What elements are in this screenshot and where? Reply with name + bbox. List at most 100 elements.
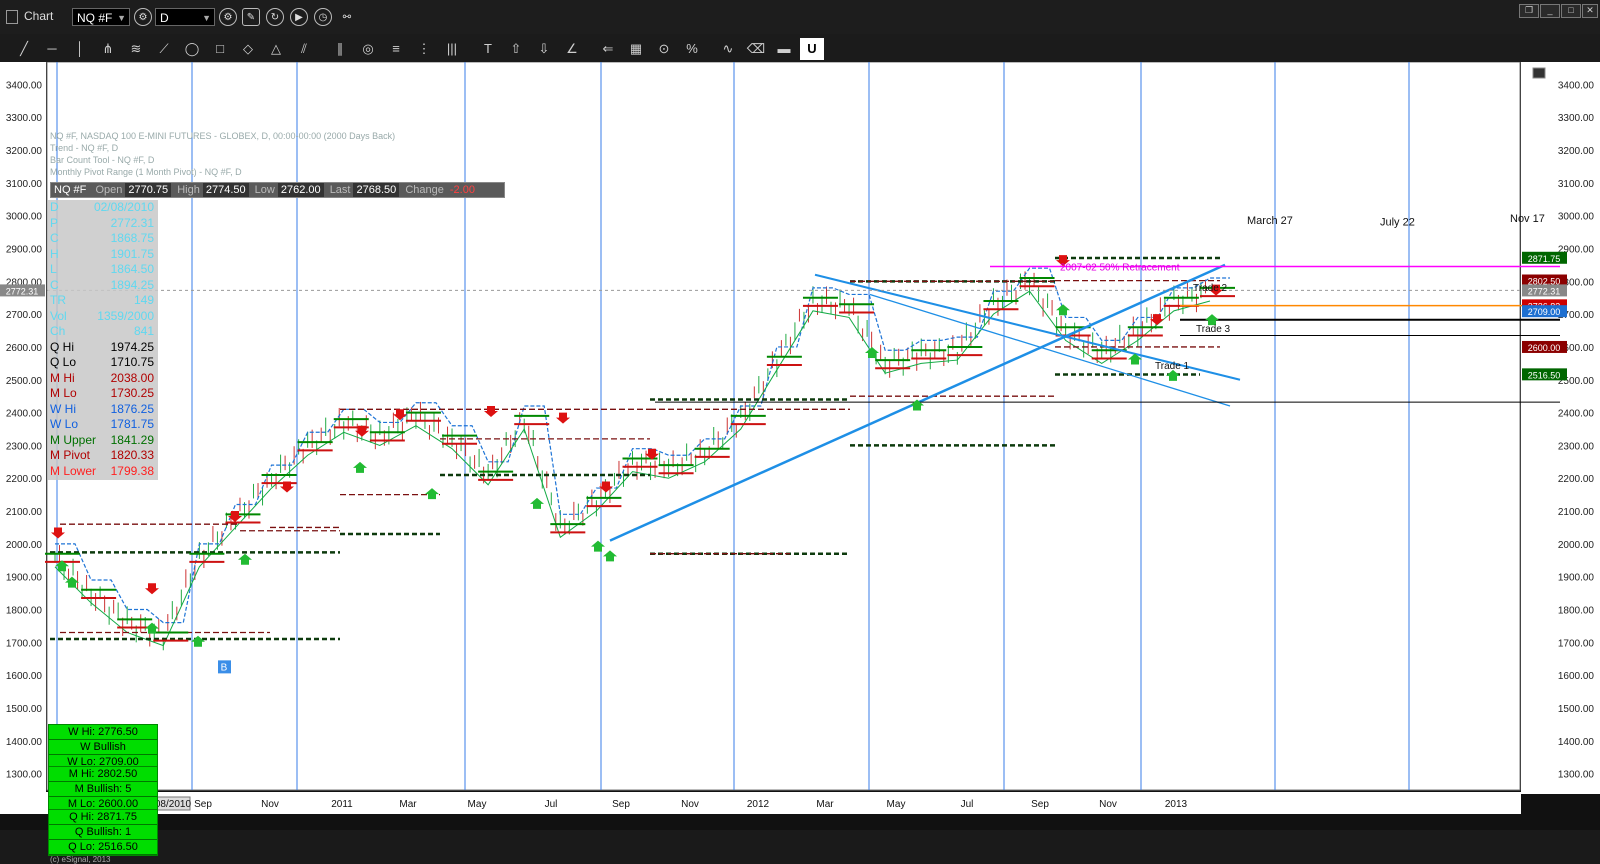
window-title: Chart (24, 9, 54, 23)
quarterly-low: Q Lo: 2516.50 (49, 840, 157, 855)
pivot-key: L (50, 262, 57, 276)
channel-icon[interactable]: ⫽ (292, 38, 316, 60)
bars-icon[interactable]: ||| (440, 38, 464, 60)
line-icon[interactable]: ╱ (12, 38, 36, 60)
pivot-row: H 1901.75 (48, 247, 158, 263)
x-tick: 2013 (1165, 799, 1188, 810)
pivot-value: 1841.29 (110, 432, 154, 447)
pitchfork-icon[interactable]: ⋔ (96, 38, 120, 60)
y-tick-right: 3300.00 (1558, 113, 1595, 124)
symbol-input[interactable]: NQ #F ▼ (72, 8, 130, 26)
copyright-text: (c) eSignal, 2013 (50, 855, 111, 864)
pivot-key: Q Lo (50, 355, 77, 369)
rectangle-icon[interactable]: □ (208, 38, 232, 60)
table-icon[interactable]: ▦ (624, 38, 648, 60)
magnet-icon[interactable]: U (800, 38, 824, 60)
close-button[interactable]: ✕ (1582, 4, 1598, 18)
change-value: -2.00 (449, 184, 475, 196)
horizontal-line-icon[interactable]: ─ (40, 38, 64, 60)
template-icon[interactable]: ▬ (772, 38, 796, 60)
y-tick-left: 2200.00 (6, 474, 43, 485)
price-badge-text: 2772.31 (1528, 286, 1561, 296)
cycle-icon[interactable]: ⊙ (652, 38, 676, 60)
list-icon[interactable]: ≡ (384, 38, 408, 60)
open-label: Open (95, 184, 123, 196)
pivot-key: Vol (50, 308, 67, 323)
minimize-button[interactable]: _ (1540, 4, 1560, 18)
x-tick: Mar (816, 799, 834, 810)
angle-icon[interactable]: ∠ (560, 38, 584, 60)
interval-select[interactable]: D ▼ (155, 8, 215, 26)
legend-line: Bar Count Tool - NQ #F, D (50, 155, 155, 165)
pivot-value: 149 (133, 293, 154, 307)
marker-b-label: B (221, 662, 228, 673)
window-menu-icon[interactable] (6, 10, 18, 24)
y-tick-right: 3400.00 (1558, 80, 1595, 91)
left-arrow-icon[interactable]: ⇐ (596, 38, 620, 60)
y-tick-left: 1800.00 (6, 606, 43, 617)
arrow-down-icon[interactable]: ⇩ (532, 38, 556, 60)
vertical-line-icon[interactable]: │ (68, 38, 92, 60)
arrow-up-icon[interactable]: ⇧ (504, 38, 528, 60)
restore-button[interactable]: ❐ (1519, 4, 1539, 18)
chevron-down-icon: ▼ (202, 13, 211, 23)
pivot-row: Q Hi 1974.25 (48, 340, 158, 356)
interval-link-icon[interactable]: ⚙ (219, 8, 237, 26)
pivot-value: 1820.33 (110, 448, 154, 462)
pivot-value: 1974.25 (110, 339, 154, 354)
title-bar: Chart NQ #F ▼ ⚙ D ▼ ⚙ ✎ ↻ ▶ ◷ ⚯ ❐ _ □ ✕ (0, 0, 1600, 35)
chart-area[interactable]: 3400.00 3400.00 3300.00 3300.00 3200.00 3200.… (0, 62, 1600, 864)
left-price-badge-text: 2772.31 (6, 286, 39, 296)
y-tick-left: 2400.00 (6, 409, 43, 420)
pivot-key: M Upper (50, 432, 97, 447)
refresh-icon[interactable]: ↻ (266, 8, 284, 26)
y-tick-left: 2000.00 (6, 540, 43, 551)
pivot-key: M Lo (50, 386, 77, 400)
parallel-lines-icon[interactable]: ∥ (328, 38, 352, 60)
gann-icon[interactable]: ⟋ (152, 38, 176, 60)
price-badge-text: 2600.00 (1528, 343, 1561, 353)
ellipse-icon[interactable]: ◯ (180, 38, 204, 60)
chart-window: Chart NQ #F ▼ ⚙ D ▼ ⚙ ✎ ↻ ▶ ◷ ⚯ ❐ _ □ ✕ ╱ ─… (0, 0, 1600, 864)
y-tick-left: 2300.00 (6, 441, 43, 452)
grid-icon[interactable]: ⋮ (412, 38, 436, 60)
chart-panel-icon (1532, 67, 1546, 79)
nov17-label: Nov 17 (1510, 213, 1545, 225)
text-icon[interactable]: T (476, 38, 500, 60)
price-badge-text: 2871.75 (1528, 254, 1561, 264)
pivot-value: 1359/2000 (97, 308, 154, 323)
weekly-trend: W Bullish (49, 740, 157, 755)
pivot-value: 1864.50 (110, 262, 154, 276)
link-icon[interactable]: ⚯ (338, 8, 356, 26)
y-tick-right: 3200.00 (1558, 146, 1595, 157)
polygon-icon[interactable]: ◇ (236, 38, 260, 60)
circle-icon[interactable]: ◎ (356, 38, 380, 60)
y-tick-left: 1700.00 (6, 638, 43, 649)
pivot-value: 1799.38 (110, 463, 154, 478)
maximize-button[interactable]: □ (1561, 4, 1581, 18)
pencil-icon[interactable]: ✎ (242, 8, 260, 26)
triangle-icon[interactable]: △ (264, 38, 288, 60)
pivot-value: 1710.75 (110, 355, 154, 369)
clock-icon[interactable]: ◷ (314, 8, 332, 26)
pivot-row: Ch 841 (48, 324, 158, 340)
pct-icon[interactable]: % (680, 38, 704, 60)
pivot-key: Ch (50, 324, 66, 338)
pivot-key: TR (50, 293, 66, 307)
pivot-row: M Upper 1841.29 (48, 433, 158, 449)
pivot-row: P 2772.31 (48, 216, 158, 232)
x-tick: Sep (612, 799, 630, 810)
pivot-row: Q Lo 1710.75 (48, 355, 158, 371)
legend-line: NQ #F, NASDAQ 100 E-MINI FUTURES - GLOBE… (50, 131, 396, 141)
x-tick: Nov (261, 799, 279, 810)
symbol-link-icon[interactable]: ⚙ (134, 8, 152, 26)
fibonacci-icon[interactable]: ≋ (124, 38, 148, 60)
eraser-icon[interactable]: ⌫ (744, 38, 768, 60)
y-tick-right: 2000.00 (1558, 540, 1595, 551)
play-icon[interactable]: ▶ (290, 8, 308, 26)
legend-line: Monthly Pivot Range (1 Month Pivot) - NQ… (50, 167, 242, 177)
wave-icon[interactable]: ∿ (716, 38, 740, 60)
quarterly-trend: Q Bullish: 1 (49, 825, 157, 840)
ohlc-readout: NQ #F Open 2770.75 High 2774.50 Low 2762.00… (50, 182, 505, 198)
pivot-key: C (50, 231, 59, 245)
